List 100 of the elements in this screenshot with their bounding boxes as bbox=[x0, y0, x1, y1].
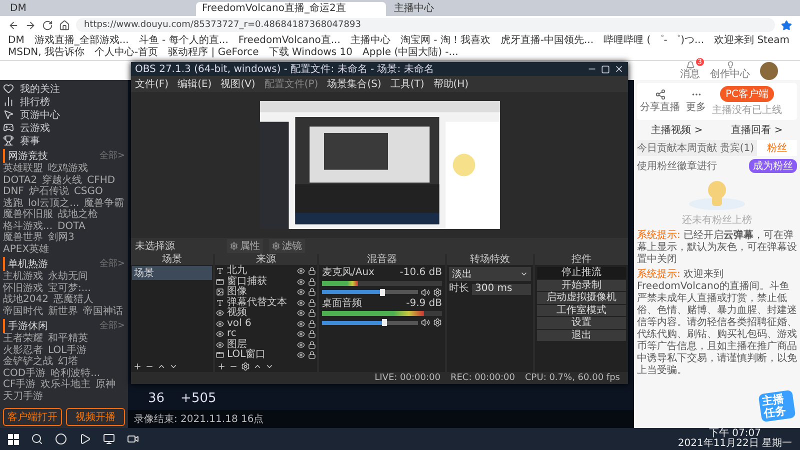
category-link[interactable]: APEX英雄 bbox=[3, 244, 50, 255]
category-link[interactable]: lol云顶之... bbox=[28, 198, 80, 209]
settings-icon[interactable] bbox=[433, 318, 442, 327]
category-link[interactable]: 永劫无间 bbox=[48, 271, 88, 282]
sidebar-button[interactable]: 视频开播 bbox=[66, 408, 125, 426]
category-link[interactable]: 新世界 bbox=[48, 306, 78, 317]
bookmark[interactable]: 欢迎来到 Steam bbox=[714, 35, 790, 47]
source-item[interactable]: 窗口捕获 bbox=[227, 276, 294, 287]
bookmark[interactable]: 个人中心-首页 bbox=[94, 47, 158, 59]
bookmark[interactable]: 主播中心 bbox=[350, 35, 390, 47]
bookmark[interactable]: 淘宝网 - 淘！我喜欢 bbox=[400, 35, 490, 47]
panel-link[interactable]: 直播回看 > bbox=[731, 123, 783, 137]
bookmark[interactable]: Apple (中国大陆) -... bbox=[362, 47, 458, 59]
category-link[interactable]: 帝国时代 bbox=[3, 306, 43, 317]
sidebar-button[interactable]: 客户端打开 bbox=[3, 408, 62, 426]
source-item[interactable]: 图像 bbox=[227, 287, 294, 298]
source-item[interactable]: LOL窗口 bbox=[227, 350, 294, 360]
category-link[interactable]: DOTA2 bbox=[3, 174, 38, 186]
video-icon[interactable] bbox=[127, 433, 139, 445]
lock-icon[interactable] bbox=[308, 330, 316, 338]
category-link[interactable]: 战地2042 bbox=[3, 294, 48, 306]
menu-item[interactable]: 配置文件(P) bbox=[264, 77, 318, 91]
client-button[interactable]: PC客户端 bbox=[720, 86, 774, 102]
lock-icon[interactable] bbox=[308, 267, 316, 276]
circle-icon[interactable] bbox=[55, 433, 67, 445]
search-icon[interactable] bbox=[31, 433, 43, 445]
source-item[interactable]: 视频 bbox=[227, 308, 294, 318]
bookmark[interactable]: 下载 Windows 10 bbox=[268, 47, 353, 59]
category-link[interactable]: 原神 bbox=[96, 379, 116, 390]
category-link[interactable]: 哈利波特... bbox=[50, 368, 100, 379]
panel-link[interactable]: 主播视频 > bbox=[651, 123, 703, 137]
category-link[interactable]: CF手游 bbox=[3, 379, 36, 390]
eye-icon[interactable] bbox=[297, 320, 305, 328]
slider-thumb[interactable] bbox=[380, 288, 385, 296]
more-link[interactable]: 全部> bbox=[99, 149, 125, 163]
eye-icon[interactable] bbox=[297, 288, 305, 296]
down-icon[interactable] bbox=[169, 362, 178, 371]
category-link[interactable]: 幻塔 bbox=[58, 356, 78, 368]
add-icon[interactable] bbox=[133, 362, 142, 371]
source-item[interactable]: vol 6 bbox=[227, 318, 294, 329]
category-link[interactable]: 魔兽怀旧服 bbox=[3, 209, 53, 220]
address-field[interactable]: https://www.douyu.com/85373727_r=0.48684187368047893 bbox=[76, 18, 775, 32]
sidebar-item[interactable]: 排行榜 bbox=[20, 94, 50, 108]
home-icon[interactable] bbox=[59, 20, 70, 30]
bookmark[interactable]: 游戏直播_全部游戏... bbox=[34, 35, 129, 47]
category-link[interactable]: 怀旧游戏 bbox=[3, 282, 43, 294]
rank-tab[interactable]: 今日贡献 bbox=[637, 140, 677, 156]
category-link[interactable]: 帝国神话 bbox=[83, 306, 123, 317]
category-link[interactable]: 天刀手游 bbox=[3, 390, 43, 402]
lock-icon[interactable] bbox=[308, 278, 316, 286]
bookmark[interactable]: 哔哩哔哩 ( ゜- ゜)つ... bbox=[604, 35, 704, 47]
eye-icon[interactable] bbox=[297, 298, 305, 307]
eye-icon[interactable] bbox=[297, 309, 305, 318]
category-link[interactable]: 宝可梦:... bbox=[48, 282, 91, 294]
menu-item[interactable]: 工具(T) bbox=[390, 77, 424, 91]
category-link[interactable]: 王者荣耀 bbox=[3, 333, 43, 344]
up-icon[interactable] bbox=[253, 362, 262, 371]
category-link[interactable]: 和平精英 bbox=[48, 333, 88, 344]
lock-icon[interactable] bbox=[308, 320, 316, 328]
control-button[interactable]: 启动虚拟摄像机 bbox=[537, 292, 626, 304]
forward-icon[interactable] bbox=[25, 20, 36, 30]
category-link[interactable]: 金铲铲之战 bbox=[3, 356, 53, 368]
bookmark[interactable]: DM bbox=[8, 35, 24, 47]
bookmark[interactable]: FreedomVolcano直... bbox=[238, 35, 340, 47]
down-icon[interactable] bbox=[265, 362, 274, 371]
fan-button[interactable]: 成为粉丝 bbox=[749, 159, 797, 173]
sidebar-item[interactable]: 我的关注 bbox=[20, 82, 60, 96]
category-link[interactable]: 恶魔猎人 bbox=[53, 294, 94, 306]
category-link[interactable]: DNF bbox=[3, 186, 24, 198]
menu-item[interactable]: 帮助(H) bbox=[433, 77, 469, 91]
bookmark[interactable]: 斗鱼 - 每个人的直... bbox=[138, 35, 228, 47]
category-link[interactable]: 穿越火线 bbox=[42, 174, 82, 186]
reload-icon[interactable] bbox=[42, 20, 53, 30]
control-button[interactable]: 开始录制 bbox=[537, 280, 626, 291]
category-link[interactable]: COD手游 bbox=[3, 368, 46, 379]
sidebar-item[interactable]: 云游戏 bbox=[20, 120, 50, 134]
source-item[interactable]: 弹幕代替文本 bbox=[227, 298, 294, 308]
toolbar-button[interactable]: 属性 bbox=[227, 239, 263, 253]
menu-item[interactable]: 文件(F) bbox=[135, 77, 169, 91]
lock-icon[interactable] bbox=[308, 340, 316, 349]
category-link[interactable]: 魔兽争霸 bbox=[84, 198, 124, 209]
eye-icon[interactable] bbox=[297, 267, 305, 276]
speaker-icon[interactable] bbox=[421, 318, 430, 327]
browser-tab[interactable]: FreedomVolcano直播_命运2直 bbox=[196, 2, 386, 16]
lock-icon[interactable] bbox=[308, 298, 316, 307]
control-button[interactable]: 退出 bbox=[537, 330, 626, 341]
menu-item[interactable]: 编辑(E) bbox=[178, 77, 212, 91]
category-link[interactable]: 格斗游戏... bbox=[3, 220, 53, 232]
more-link[interactable]: 全部> bbox=[99, 257, 125, 271]
category-link[interactable]: CFHD bbox=[87, 174, 116, 186]
category-link[interactable]: 剑网3 bbox=[48, 232, 74, 244]
transition-select[interactable]: 淡出 bbox=[449, 267, 531, 281]
speaker-icon[interactable] bbox=[421, 288, 430, 296]
category-link[interactable]: 战地之枪 bbox=[58, 209, 98, 220]
star-icon[interactable] bbox=[781, 20, 792, 30]
lock-icon[interactable] bbox=[308, 288, 316, 296]
settings-icon[interactable] bbox=[241, 362, 250, 371]
eye-icon[interactable] bbox=[297, 340, 305, 349]
source-item[interactable]: 北九 bbox=[227, 266, 294, 276]
rank-tab[interactable]: 本周贡献 bbox=[677, 140, 717, 156]
